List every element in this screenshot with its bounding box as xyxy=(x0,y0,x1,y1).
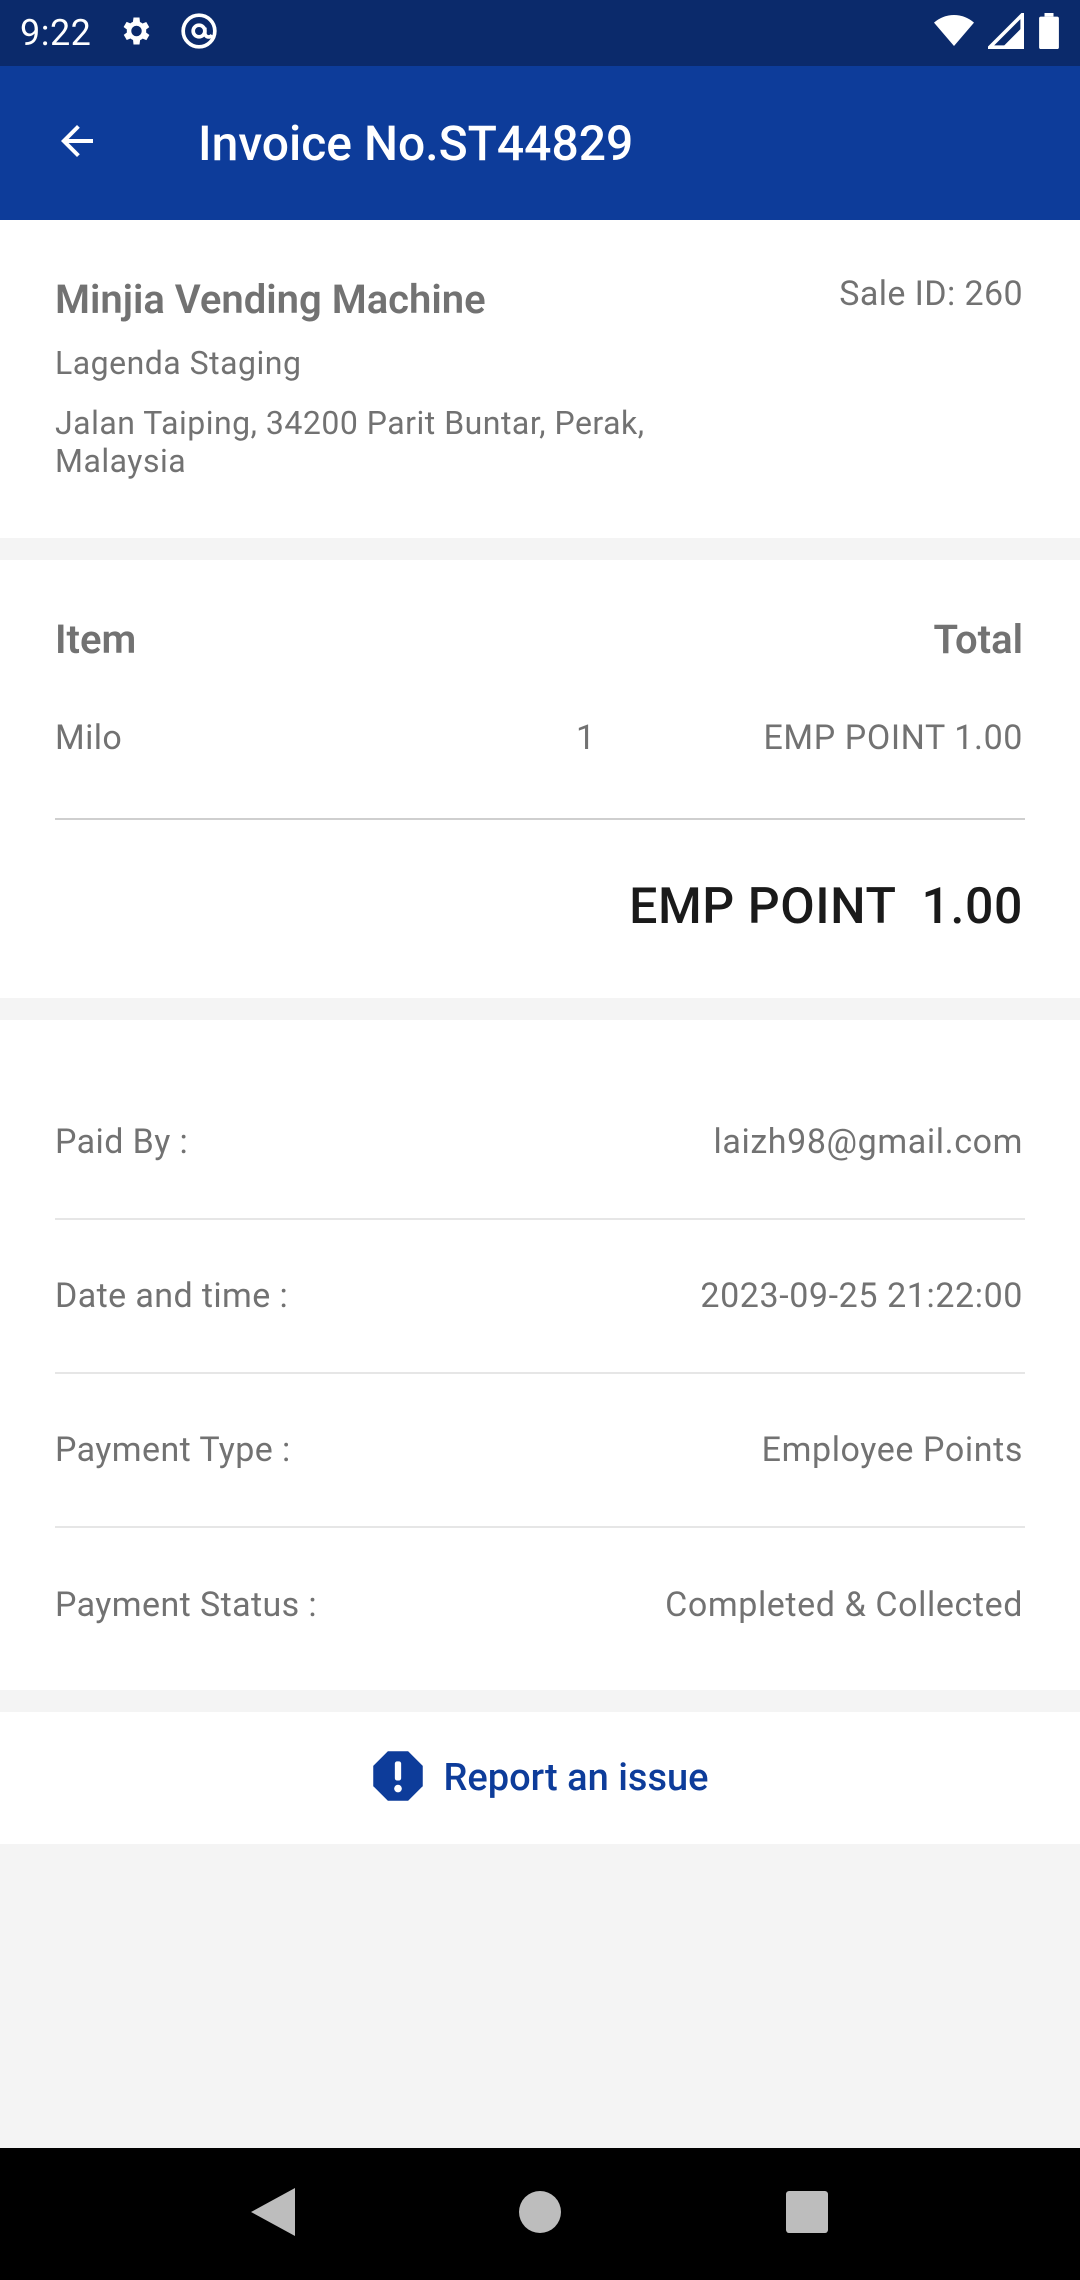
item-quantity: 1 xyxy=(576,718,596,758)
detail-value: 2023-09-25 21:22:00 xyxy=(700,1276,1023,1316)
arrow-back-icon xyxy=(53,117,101,169)
nav-back-button[interactable] xyxy=(233,2174,313,2254)
items-card: Item Total Milo 1 EMP POINT 1.00 EMP POI… xyxy=(0,560,1080,998)
report-issue-button[interactable]: Report an issue xyxy=(0,1712,1080,1844)
detail-value: Completed & Collected xyxy=(665,1585,1023,1625)
payment-details-card: Paid By : laizh98@gmail.com Date and tim… xyxy=(0,1020,1080,1690)
detail-label: Paid By : xyxy=(55,1122,189,1162)
page-title: Invoice No.ST44829 xyxy=(198,114,634,172)
merchant-address: Jalan Taiping, 34200 Parit Buntar, Perak… xyxy=(55,404,645,480)
sale-id: Sale ID: 260 xyxy=(839,274,1023,314)
detail-label: Payment Type : xyxy=(55,1430,291,1470)
report-issue-icon xyxy=(371,1749,425,1807)
nav-recents-button[interactable] xyxy=(767,2174,847,2254)
detail-row-paid-by: Paid By : laizh98@gmail.com xyxy=(55,1066,1025,1220)
square-recents-icon xyxy=(785,2191,828,2237)
status-time: 9:22 xyxy=(20,12,92,54)
detail-value: laizh98@gmail.com xyxy=(713,1122,1023,1162)
item-column-header: Item xyxy=(55,616,137,663)
battery-icon xyxy=(1038,13,1060,53)
system-navigation-bar xyxy=(0,2148,1080,2280)
detail-label: Date and time : xyxy=(55,1276,289,1316)
wifi-icon xyxy=(934,13,974,53)
settings-icon xyxy=(117,13,153,53)
at-sign-icon xyxy=(179,11,219,55)
detail-label: Payment Status : xyxy=(55,1585,318,1625)
app-bar: Invoice No.ST44829 xyxy=(0,66,1080,220)
item-name: Milo xyxy=(55,718,123,758)
merchant-name: Minjia Vending Machine xyxy=(55,276,486,323)
merchant-location: Lagenda Staging xyxy=(55,344,302,382)
triangle-back-icon xyxy=(251,2188,296,2240)
circle-home-icon xyxy=(518,2191,561,2237)
detail-value: Employee Points xyxy=(761,1430,1023,1470)
merchant-card: Minjia Vending Machine Sale ID: 260 Lage… xyxy=(0,220,1080,538)
nav-home-button[interactable] xyxy=(500,2174,580,2254)
total-column-header: Total xyxy=(933,616,1024,663)
detail-row-payment-status: Payment Status : Completed & Collected xyxy=(55,1528,1025,1682)
detail-row-payment-type: Payment Type : Employee Points xyxy=(55,1374,1025,1528)
grand-total: EMP POINT 1.00 xyxy=(629,878,1023,936)
report-issue-label: Report an issue xyxy=(443,1756,709,1800)
detail-row-date-time: Date and time : 2023-09-25 21:22:00 xyxy=(55,1220,1025,1374)
item-total: EMP POINT 1.00 xyxy=(763,718,1023,758)
signal-icon xyxy=(985,10,1024,53)
status-bar: 9:22 xyxy=(0,0,1080,66)
back-button[interactable] xyxy=(0,66,154,220)
divider xyxy=(55,818,1025,820)
